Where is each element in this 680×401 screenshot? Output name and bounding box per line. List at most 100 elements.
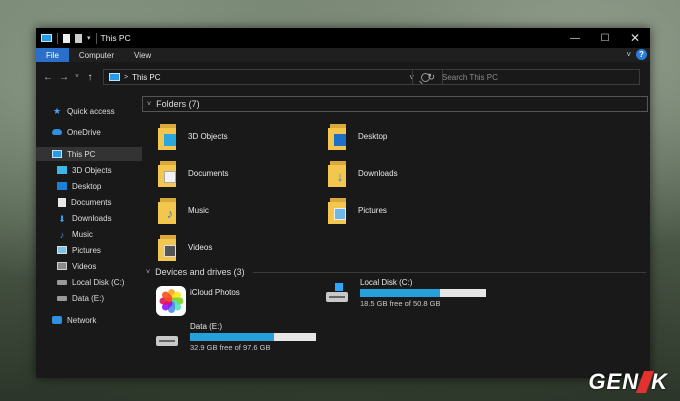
recent-locations-button[interactable]: ˅ <box>72 74 82 80</box>
customize-toolbar-chevron-icon[interactable]: ▾ <box>87 34 91 42</box>
new-folder-icon[interactable] <box>75 33 82 43</box>
explorer-window: ▾ This PC — ☐ ✕ File Computer View ˅ ? ←… <box>36 28 650 378</box>
drive-free-space: 32.9 GB free of 97.6 GB <box>190 343 271 352</box>
tab-file[interactable]: File <box>36 48 69 62</box>
sidebar-item-documents[interactable]: Documents <box>36 195 142 209</box>
close-button[interactable]: ✕ <box>620 28 650 48</box>
content-pane: ˅ Folders (7) 3D Objects Desktop Documen… <box>142 92 650 378</box>
sidebar-item-onedrive[interactable]: OneDrive <box>36 125 142 139</box>
drive-usage-bar <box>190 333 316 341</box>
sidebar-item-quick-access[interactable]: ★ Quick access <box>36 104 142 118</box>
properties-icon[interactable] <box>63 33 70 43</box>
music-note-icon: ♪ <box>59 230 65 240</box>
folder-desktop[interactable]: Desktop <box>328 120 387 152</box>
search-box[interactable] <box>412 69 640 85</box>
sidebar-item-label: Quick access <box>67 106 115 116</box>
sidebar-item-this-pc[interactable]: This PC <box>36 147 142 161</box>
search-input[interactable] <box>442 72 622 82</box>
folder-icon <box>158 122 178 150</box>
folder-label: 3D Objects <box>188 131 228 141</box>
maximize-button[interactable]: ☐ <box>590 28 620 48</box>
back-button[interactable]: ← <box>40 72 56 83</box>
sidebar-item-label: Pictures <box>72 245 101 255</box>
folder-label: Videos <box>188 242 213 252</box>
sidebar-item-downloads[interactable]: ⬇ Downloads <box>36 211 142 225</box>
folder-icon <box>328 196 348 224</box>
folder-pictures[interactable]: Pictures <box>328 194 387 226</box>
sidebar-item-music[interactable]: ♪ Music <box>36 227 142 241</box>
folder-icon: ↓ <box>328 159 348 187</box>
drive-label: Local Disk (C:) <box>360 278 413 287</box>
expand-ribbon-chevron-icon[interactable]: ˅ <box>626 50 631 59</box>
drive-data-e[interactable]: Data (E:) 32.9 GB free of 97.6 GB <box>156 322 356 362</box>
collapse-chevron-icon[interactable]: ˅ <box>146 269 150 276</box>
sidebar-item-pictures[interactable]: Pictures <box>36 243 142 257</box>
drive-free-space: 18.5 GB free of 50.8 GB <box>360 299 441 308</box>
sidebar-item-desktop[interactable]: Desktop <box>36 179 142 193</box>
folder-icon <box>158 159 178 187</box>
sidebar-item-label: Network <box>67 315 97 325</box>
cloud-icon <box>52 129 62 135</box>
up-button[interactable]: ↑ <box>82 72 98 83</box>
desktop-icon <box>57 182 67 190</box>
folder-documents[interactable]: Documents <box>158 157 228 189</box>
drive-icon <box>57 295 67 301</box>
computer-icon <box>52 150 62 158</box>
folder-downloads[interactable]: ↓ Downloads <box>328 157 398 189</box>
sidebar-item-local-disk-c[interactable]: Local Disk (C:) <box>36 275 142 289</box>
picture-icon <box>57 246 67 254</box>
hard-drive-icon <box>326 292 348 302</box>
folder-label: Desktop <box>358 131 388 141</box>
sidebar-item-3d-objects[interactable]: 3D Objects <box>36 163 142 177</box>
breadcrumb-separator-icon[interactable]: > <box>124 74 128 81</box>
tab-view[interactable]: View <box>124 48 161 62</box>
hard-drive-icon <box>156 336 178 346</box>
folder-icon <box>158 233 178 261</box>
cube-icon <box>57 166 67 174</box>
sidebar-item-label: Downloads <box>72 213 112 223</box>
window-controls: — ☐ ✕ <box>560 28 650 48</box>
tab-computer[interactable]: Computer <box>69 48 124 62</box>
drive-icloud-photos[interactable]: iCloud Photos <box>156 286 316 320</box>
window-title: This PC <box>100 33 131 43</box>
sidebar-item-label: Desktop <box>72 181 102 191</box>
group-label: Folders (7) <box>156 99 200 109</box>
group-divider <box>252 271 646 273</box>
drive-local-disk-c[interactable]: Local Disk (C:) 18.5 GB free of 50.8 GB <box>322 278 522 318</box>
drive-icon <box>57 279 67 285</box>
sidebar-item-label: Music <box>72 229 93 239</box>
folder-icon: ♪ <box>158 196 178 224</box>
ribbon-tabs: File Computer View ˅ ? <box>36 48 650 62</box>
folder-music[interactable]: ♪ Music <box>158 194 209 226</box>
folder-3d-objects[interactable]: 3D Objects <box>158 120 228 152</box>
quick-access-toolbar: ▾ <box>36 32 97 44</box>
sidebar-item-label: OneDrive <box>67 127 101 137</box>
collapse-chevron-icon[interactable]: ˅ <box>147 101 151 108</box>
sidebar-item-videos[interactable]: Videos <box>36 259 142 273</box>
sidebar-item-data-e[interactable]: Data (E:) <box>36 291 142 305</box>
help-icon[interactable]: ? <box>636 49 647 60</box>
folder-label: Music <box>188 205 209 215</box>
toolbar-divider <box>57 32 58 44</box>
navigation-pane: ★ Quick access OneDrive This PC 3D Objec… <box>36 92 142 378</box>
navigation-bar: ← → ˅ ↑ > This PC ˅ ↻ <box>36 62 650 92</box>
minimize-button[interactable]: — <box>560 28 590 48</box>
network-icon <box>52 316 62 324</box>
forward-button[interactable]: → <box>56 72 72 83</box>
sidebar-item-network[interactable]: Network <box>36 313 142 327</box>
folder-label: Downloads <box>358 168 398 178</box>
ribbon-right: ˅ ? <box>626 49 647 60</box>
drive-usage-fill <box>360 289 441 297</box>
computer-icon <box>109 73 120 81</box>
genk-watermark-logo: GEN K <box>588 369 668 395</box>
photos-icon <box>156 286 186 316</box>
breadcrumb-this-pc[interactable]: This PC <box>132 73 160 82</box>
sidebar-item-label: 3D Objects <box>72 165 112 175</box>
folders-group-header[interactable]: ˅ Folders (7) <box>142 96 648 112</box>
drive-usage-bar <box>360 289 486 297</box>
drive-label: Data (E:) <box>190 322 223 331</box>
computer-icon <box>41 34 52 42</box>
folder-videos[interactable]: Videos <box>158 231 212 263</box>
sidebar-item-label: Data (E:) <box>72 293 105 303</box>
address-bar[interactable]: > This PC ˅ ↻ <box>103 69 443 85</box>
